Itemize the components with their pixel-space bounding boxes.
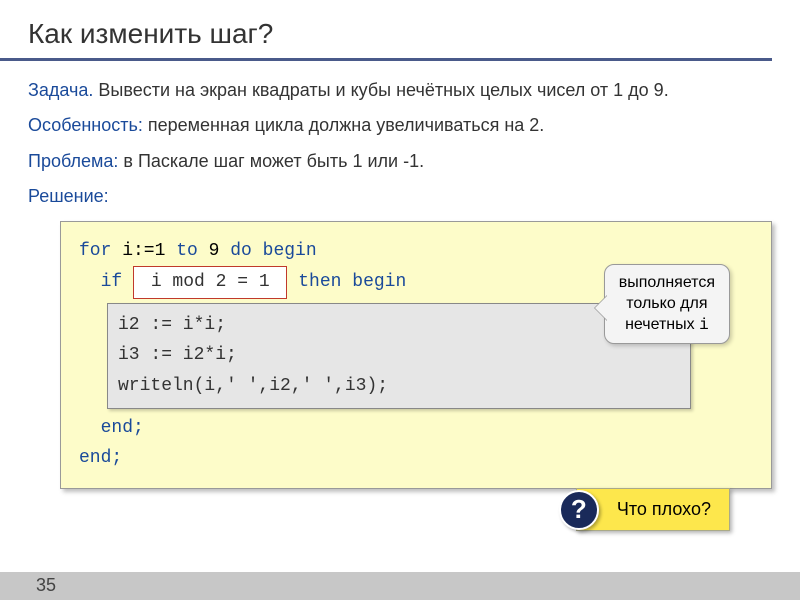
task-label: Задача. (28, 80, 93, 100)
code-line-1: for i:=1 to 9 do begin (79, 236, 691, 267)
code-line-3: end; (79, 413, 691, 444)
task-text: Вывести на экран квадраты и кубы нечётны… (93, 80, 668, 100)
slide-title: Как изменить шаг? (0, 0, 772, 61)
callout-bottom-text: Что плохо? (617, 499, 711, 519)
slide: Как изменить шаг? Задача. Вывести на экр… (0, 0, 800, 600)
condition-box: i mod 2 = 1 (133, 266, 287, 299)
content-area: Задача. Вывести на экран квадраты и кубы… (0, 61, 800, 209)
page-number: 35 (36, 575, 56, 596)
code-line-2: if i mod 2 = 1 then begin (79, 266, 691, 299)
feature-text: переменная цикла должна увеличиваться на… (143, 115, 544, 135)
callout-line-2: только для (619, 294, 715, 315)
callout-whats-wrong: ? Что плохо? (576, 488, 730, 531)
feature-label: Особенность: (28, 115, 143, 135)
solution-label: Решение: (28, 185, 772, 208)
callout-odd: выполняется только для нечетных i (604, 264, 730, 344)
footer-bar (0, 572, 800, 600)
callout-line-1: выполняется (619, 273, 715, 294)
code-line-4: end; (79, 443, 691, 474)
task-para: Задача. Вывести на экран квадраты и кубы… (28, 79, 772, 102)
code-block: for i:=1 to 9 do begin if i mod 2 = 1 th… (60, 221, 772, 489)
feature-para: Особенность: переменная цикла должна уве… (28, 114, 772, 137)
callout-line-3: нечетных i (619, 315, 715, 336)
question-mark-icon: ? (559, 490, 599, 530)
problem-text: в Паскале шаг может быть 1 или -1. (118, 151, 424, 171)
problem-para: Проблема: в Паскале шаг может быть 1 или… (28, 150, 772, 173)
problem-label: Проблема: (28, 151, 118, 171)
